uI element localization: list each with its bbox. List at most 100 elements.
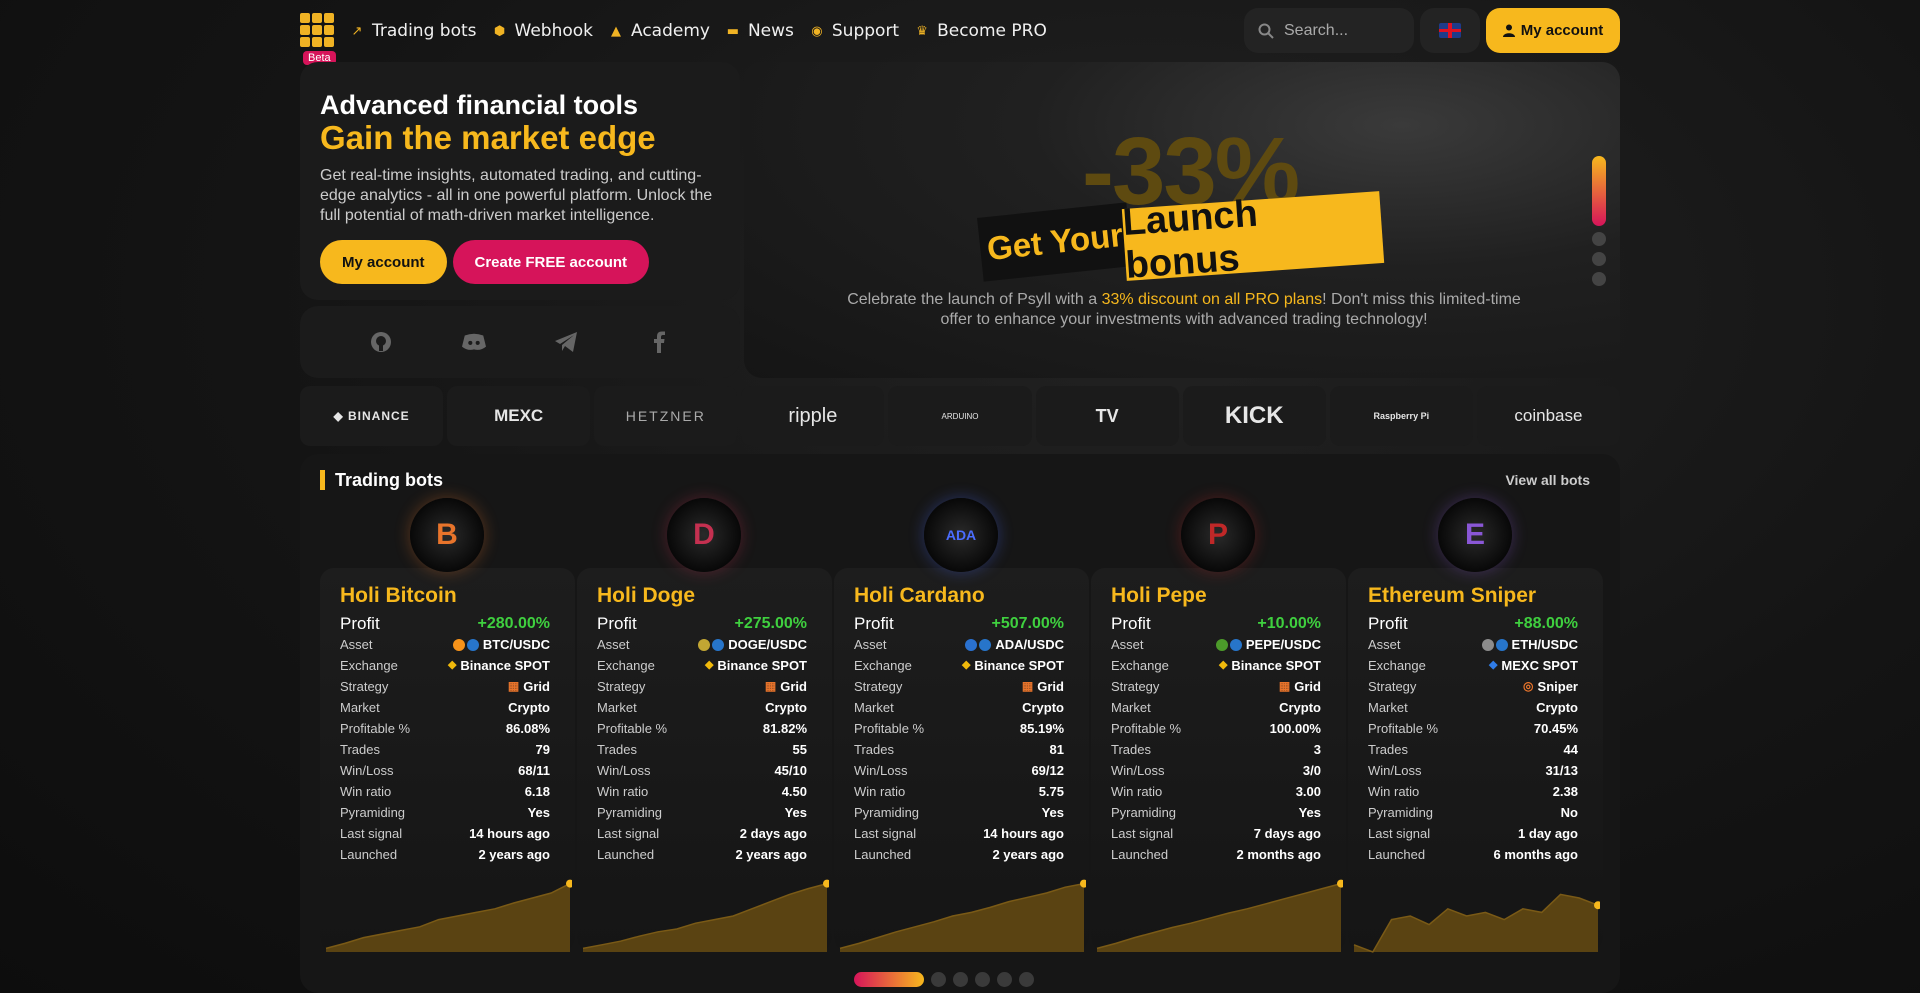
stat-row-exchange: Exchange ◆ Binance SPOT xyxy=(340,655,550,676)
bot-card[interactable]: ADA Holi Cardano Profit +507.00% Asset ADA/US… xyxy=(834,498,1089,958)
stat-row-last_signal: Last signal 14 hours ago xyxy=(854,823,1064,844)
nav-item-become-pro[interactable]: ♛ Become PRO xyxy=(915,18,1047,44)
partner-mexc[interactable]: MEXC xyxy=(447,386,591,446)
hero-buttons: My account Create FREE account xyxy=(320,240,720,284)
usdc-icon xyxy=(979,638,992,651)
stat-value-text: ETH/USDC xyxy=(1511,637,1578,652)
pager-dot[interactable] xyxy=(975,972,990,987)
bot-card[interactable]: P Holi Pepe Profit +10.00% Asset PEPE/USDC Exc… xyxy=(1091,498,1346,958)
usdc-icon xyxy=(466,638,479,651)
stat-row-profitable: Profitable % 100.00% xyxy=(1111,718,1321,739)
bot-stats: Profit +280.00% Asset BTC/USDC Exchange ◆ Bina… xyxy=(340,614,550,865)
github-icon[interactable] xyxy=(369,330,393,354)
stat-label: Exchange xyxy=(340,658,398,673)
profit-sparkline xyxy=(1353,893,1600,953)
pager-dot[interactable] xyxy=(953,972,968,987)
crown-icon: ♛ xyxy=(916,23,928,39)
stat-label: Asset xyxy=(1111,637,1144,652)
stat-row-profitable: Profitable % 86.08% xyxy=(340,718,550,739)
stat-value-text: 69/12 xyxy=(1031,763,1064,778)
stat-value-text: Binance SPOT xyxy=(717,658,807,673)
partner-tradingview[interactable]: TV xyxy=(1035,386,1179,446)
bot-name[interactable]: Holi Cardano xyxy=(854,584,985,608)
promo-launch-bonus: Launch bonus xyxy=(1121,191,1385,287)
bot-card[interactable]: E Ethereum Sniper Profit +88.00% Asset ETH/US… xyxy=(1348,498,1603,958)
stat-label: Win/Loss xyxy=(854,763,908,778)
stat-label: Exchange xyxy=(854,658,912,673)
bot-card[interactable]: B Holi Bitcoin Profit +280.00% Asset BTC/USDC… xyxy=(320,498,575,958)
pager-dot[interactable] xyxy=(931,972,946,987)
stat-value-text: Grid xyxy=(523,679,550,694)
search-input[interactable] xyxy=(1284,21,1404,40)
stat-row-launched: Launched 2 years ago xyxy=(597,844,807,865)
strategy-icon: ▦ xyxy=(1021,679,1034,693)
partner-binance[interactable]: ◆ BINANCE xyxy=(300,386,444,446)
profit-label: Profit xyxy=(340,614,380,633)
bot-avatar-glyph: ADA xyxy=(945,527,977,543)
partner-kick[interactable]: KICK xyxy=(1182,386,1326,446)
telegram-icon[interactable] xyxy=(554,330,578,354)
nav-item-label: News xyxy=(747,21,794,41)
pager-dot-active[interactable] xyxy=(854,972,924,987)
bot-name[interactable]: Holi Pepe xyxy=(1111,584,1207,608)
partner-ripple[interactable]: ripple xyxy=(741,386,885,446)
discord-icon[interactable] xyxy=(461,330,486,354)
stat-label: Asset xyxy=(597,637,630,652)
stat-label: Win ratio xyxy=(340,784,392,799)
profit-row: Profit +507.00% xyxy=(854,614,1064,634)
stat-value-text: Binance SPOT xyxy=(460,658,550,673)
nav-item-trading-bots[interactable]: ↗ Trading bots xyxy=(350,18,477,44)
bot-card[interactable]: D Holi Doge Profit +275.00% Asset DOGE/USDC Ex… xyxy=(577,498,832,958)
bot-avatar-glyph: B xyxy=(436,518,458,551)
nav-item-support[interactable]: ◉ Support xyxy=(810,18,899,44)
my-account-button[interactable]: My account xyxy=(1486,8,1620,53)
slider-dot[interactable] xyxy=(1592,252,1606,266)
stat-value: 3/0 xyxy=(1303,760,1321,781)
stat-value-text: 14 hours ago xyxy=(469,826,550,841)
partner-raspberry[interactable]: Raspberry Pi xyxy=(1329,386,1473,446)
slider-dot-active[interactable] xyxy=(1592,156,1606,226)
nav-item-news[interactable]: ▬ News xyxy=(726,18,794,44)
stat-value: 45/10 xyxy=(774,760,807,781)
pager-dot[interactable] xyxy=(997,972,1012,987)
stat-row-pyramiding: Pyramiding Yes xyxy=(340,802,550,823)
profit-label: Profit xyxy=(1368,614,1408,633)
partner-arduino[interactable]: ARDUINO xyxy=(888,386,1032,446)
slider-dot[interactable] xyxy=(1592,232,1606,246)
stat-value: ETH/USDC xyxy=(1481,634,1578,655)
facebook-icon[interactable] xyxy=(647,330,671,354)
stat-label: Pyramiding xyxy=(1111,805,1177,820)
stat-value-text: 2.38 xyxy=(1552,784,1578,799)
stat-value-text: Crypto xyxy=(765,700,807,715)
stat-value-text: 81 xyxy=(1049,742,1064,757)
bot-avatar: ADA xyxy=(924,498,998,572)
bot-name[interactable]: Holi Doge xyxy=(597,584,695,608)
bot-name[interactable]: Ethereum Sniper xyxy=(1368,584,1536,608)
pager-dot[interactable] xyxy=(1019,972,1034,987)
promo-banner[interactable]: -33% Get Your Launch bonus Celebrate the… xyxy=(744,62,1620,378)
top-navbar: Beta ↗ Trading bots ⬢ Webhook ▲ Academy ▬ Ne… xyxy=(300,8,1620,65)
stat-value-text: 55 xyxy=(792,742,807,757)
stat-value-text: Yes xyxy=(1041,805,1064,820)
kick-logo: KICK xyxy=(1224,402,1284,429)
site-logo[interactable]: Beta xyxy=(300,13,336,65)
stat-value-text: 85.19% xyxy=(1019,721,1064,736)
coin-icon xyxy=(1481,638,1494,651)
stat-value-text: Grid xyxy=(1037,679,1064,694)
stat-value-text: 2 years ago xyxy=(478,847,550,862)
profit-value: +280.00% xyxy=(477,615,550,632)
hero-my-account-button[interactable]: My account xyxy=(320,240,447,284)
view-all-bots-link[interactable]: View all bots xyxy=(1505,472,1590,488)
nav-item-academy[interactable]: ▲ Academy xyxy=(609,18,710,44)
create-free-account-button[interactable]: Create FREE account xyxy=(452,240,650,284)
stat-label: Launched xyxy=(340,847,398,862)
nav-item-webhook[interactable]: ⬢ Webhook xyxy=(493,18,593,44)
partner-hetzner[interactable]: HETZNER xyxy=(594,386,738,446)
partner-coinbase[interactable]: coinbase xyxy=(1476,386,1620,446)
bot-name[interactable]: Holi Bitcoin xyxy=(340,584,457,608)
stat-value-text: Yes xyxy=(1298,805,1321,820)
language-selector[interactable] xyxy=(1420,8,1480,53)
slider-dot[interactable] xyxy=(1592,272,1606,286)
stat-label: Profitable % xyxy=(854,721,925,736)
stat-value: 85.19% xyxy=(1020,718,1064,739)
